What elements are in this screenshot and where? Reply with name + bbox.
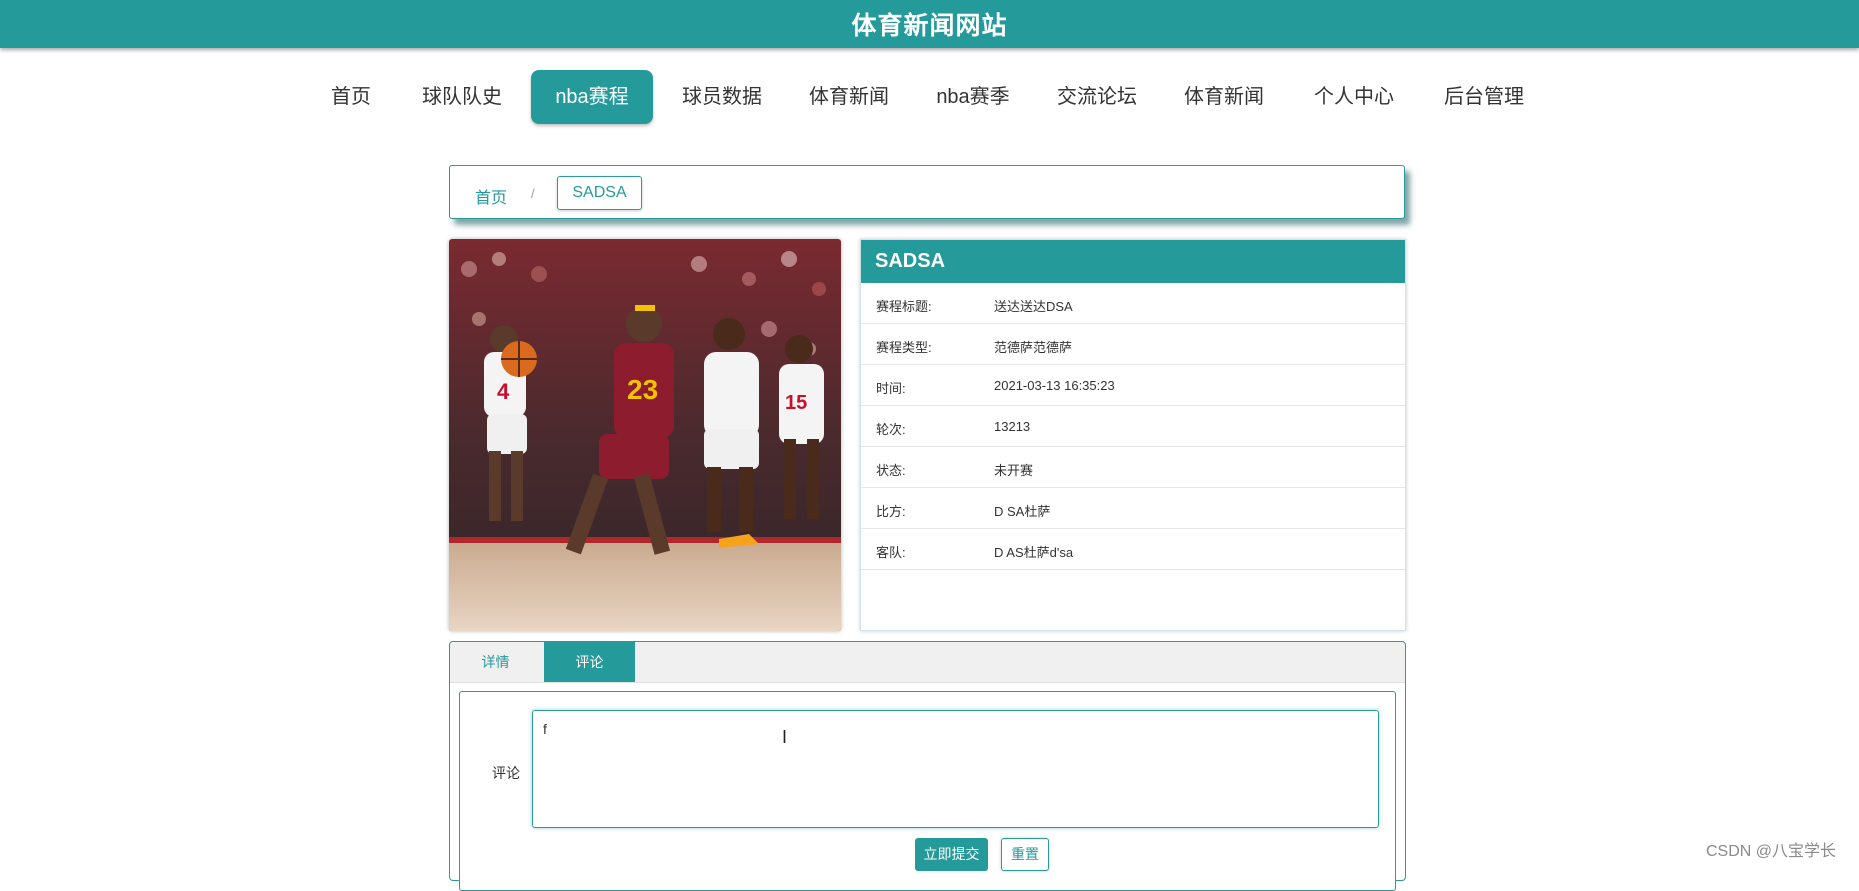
nav-item-forum[interactable]: 交流论坛 [1047, 70, 1147, 124]
info-label: 赛程类型: [876, 340, 932, 355]
info-label: 轮次: [876, 422, 906, 437]
watermark: CSDN @八宝学长 [1706, 843, 1837, 860]
comment-label: 评论 [492, 765, 520, 781]
tab-bar: 详情 评论 [450, 642, 1405, 683]
info-row-title: 赛程标题: 送达送达DSA [861, 283, 1405, 324]
match-info-card: SADSA 赛程标题: 送达送达DSA 赛程类型: 范德萨范德萨 时间: 202… [860, 239, 1406, 631]
nav-item-home[interactable]: 首页 [313, 70, 389, 124]
info-row-type: 赛程类型: 范德萨范德萨 [861, 324, 1405, 365]
breadcrumb-home-link[interactable]: 首页 [475, 184, 507, 208]
info-value: D AS杜萨d'sa [994, 545, 1074, 560]
info-row-score: 比方: D SA杜萨 [861, 488, 1405, 529]
nav-item-personal-center[interactable]: 个人中心 [1304, 70, 1404, 124]
info-value: 13213 [994, 419, 1031, 434]
info-label: 比方: [876, 504, 906, 519]
info-label: 客队: [876, 545, 906, 560]
comment-textarea[interactable]: f [532, 710, 1379, 828]
info-label: 时间: [876, 381, 906, 396]
info-value: D SA杜萨 [994, 504, 1051, 519]
info-label: 赛程标题: [876, 299, 932, 314]
breadcrumb-current: SADSA [557, 176, 642, 210]
submit-button[interactable]: 立即提交 [915, 838, 988, 871]
match-photo: 4 23 15 [449, 239, 841, 631]
basketball-photo-icon: 4 23 15 [449, 239, 841, 631]
info-value: 范德萨范德萨 [994, 340, 1073, 355]
nav-item-nba-schedule[interactable]: nba赛程 [531, 70, 653, 124]
nav-item-team-history[interactable]: 球队队史 [412, 70, 512, 124]
nav-item-admin[interactable]: 后台管理 [1434, 70, 1534, 124]
breadcrumb-separator: / [531, 186, 535, 201]
site-header: 体育新闻网站 [0, 0, 1859, 48]
info-row-time: 时间: 2021-03-13 16:35:23 [861, 365, 1405, 406]
info-row-status: 状态: 未开赛 [861, 447, 1405, 488]
info-label: 状态: [876, 463, 906, 478]
svg-text:4: 4 [497, 379, 510, 404]
reset-button[interactable]: 重置 [1001, 838, 1049, 871]
info-value: 2021-03-13 16:35:23 [994, 378, 1115, 393]
nav-item-nba-season[interactable]: nba赛季 [922, 70, 1024, 124]
info-value: 未开赛 [994, 463, 1034, 478]
info-row-away-team: 客队: D AS杜萨d'sa [861, 529, 1405, 570]
tab-details[interactable]: 详情 [450, 642, 541, 682]
svg-text:15: 15 [785, 392, 807, 414]
nav-item-player-stats[interactable]: 球员数据 [672, 70, 772, 124]
nav-item-sports-news-2[interactable]: 体育新闻 [1174, 70, 1274, 124]
site-title: 体育新闻网站 [851, 12, 1008, 40]
info-value: 送达送达DSA [994, 299, 1073, 314]
tab-comments[interactable]: 评论 [544, 642, 635, 682]
text-cursor-icon: Ι [782, 727, 788, 747]
match-title: SADSA [861, 240, 1405, 283]
svg-text:23: 23 [627, 374, 658, 405]
breadcrumb: 首页 / SADSA [449, 165, 1405, 219]
main-nav: 首页 球队队史 nba赛程 球员数据 体育新闻 nba赛季 交流论坛 体育新闻 … [0, 70, 1859, 124]
info-row-round: 轮次: 13213 [861, 406, 1405, 447]
nav-item-sports-news[interactable]: 体育新闻 [799, 70, 899, 124]
